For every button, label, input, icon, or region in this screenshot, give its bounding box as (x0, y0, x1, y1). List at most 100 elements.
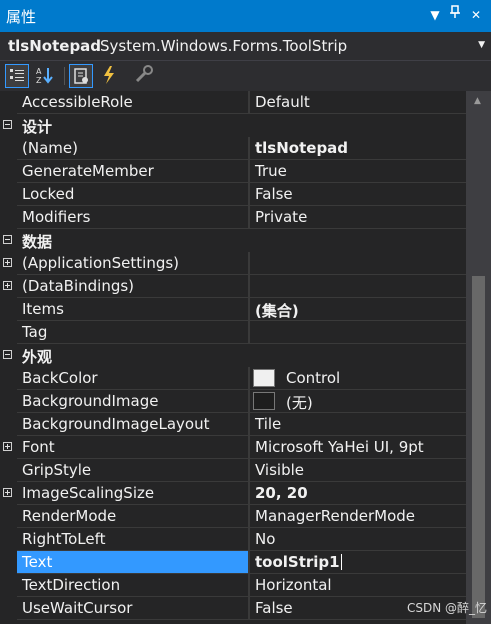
auto-hide-pin-button[interactable] (445, 5, 465, 25)
property-value-cell[interactable]: Control (250, 367, 466, 390)
row-gutter (0, 436, 17, 459)
property-name: (ApplicationSettings) (22, 254, 180, 272)
property-row[interactable]: Text toolStrip1 (0, 551, 466, 574)
property-name-cell[interactable]: BackgroundImageLayout (17, 413, 248, 436)
property-name-cell[interactable]: Font (17, 436, 248, 459)
property-row[interactable]: Locked False (0, 183, 466, 206)
property-value-cell[interactable]: (无) (250, 390, 466, 413)
property-value-cell[interactable]: (集合) (250, 298, 466, 321)
row-gutter (0, 252, 17, 275)
category-header[interactable]: 外观 (0, 344, 466, 367)
property-name-cell[interactable]: Tag (17, 321, 248, 344)
property-row[interactable]: (Name) tlsNotepad (0, 137, 466, 160)
property-name-cell[interactable]: Modifiers (17, 206, 248, 229)
property-name-cell[interactable]: RenderMode (17, 505, 248, 528)
property-name-cell[interactable]: Items (17, 298, 248, 321)
property-row[interactable]: BackColor Control (0, 367, 466, 390)
collapse-icon[interactable] (3, 235, 12, 244)
scroll-up-icon[interactable]: ▲ (474, 96, 481, 106)
properties-button[interactable] (69, 64, 93, 88)
expand-icon[interactable] (3, 442, 12, 451)
property-row[interactable]: BackgroundImage (无) (0, 390, 466, 413)
property-row[interactable]: AccessibleRole Default (0, 91, 466, 114)
wrench-icon (135, 65, 153, 83)
property-name-cell[interactable]: (Name) (17, 137, 248, 160)
properties-icon (74, 68, 88, 84)
row-gutter (0, 413, 17, 436)
property-name-cell[interactable]: AccessibleRole (17, 91, 248, 114)
property-value-cell[interactable]: toolStrip1 (250, 551, 466, 574)
category-header[interactable]: 设计 (0, 114, 466, 137)
row-gutter (0, 137, 17, 160)
expand-icon[interactable] (3, 258, 12, 267)
property-name-cell[interactable]: RightToLeft (17, 528, 248, 551)
color-swatch (253, 392, 275, 410)
property-value-cell[interactable] (250, 275, 466, 298)
property-value-cell[interactable]: False (250, 183, 466, 206)
property-value-cell[interactable]: Horizontal (250, 574, 466, 597)
property-name-cell[interactable]: Text (17, 551, 248, 574)
property-row[interactable]: Modifiers Private (0, 206, 466, 229)
property-value-cell[interactable]: Tile (250, 413, 466, 436)
vertical-scrollbar[interactable]: ▲ (466, 91, 491, 624)
events-button[interactable] (98, 64, 122, 88)
property-row[interactable]: (ApplicationSettings) (0, 252, 466, 275)
alphabetical-button[interactable]: AZ (34, 64, 58, 88)
property-name-cell[interactable]: (DataBindings) (17, 275, 248, 298)
categorized-button[interactable] (5, 64, 29, 88)
collapse-icon[interactable] (3, 120, 12, 129)
expand-icon[interactable] (3, 488, 12, 497)
property-row[interactable]: RenderMode ManagerRenderMode (0, 505, 466, 528)
property-name-cell[interactable]: Locked (17, 183, 248, 206)
property-name-cell[interactable]: UseWaitCursor (17, 597, 248, 620)
scrollbar-thumb[interactable] (472, 276, 485, 618)
row-gutter (0, 183, 17, 206)
property-row[interactable]: RightToLeft No (0, 528, 466, 551)
property-value-cell[interactable]: True (250, 160, 466, 183)
property-value-cell[interactable]: ManagerRenderMode (250, 505, 466, 528)
property-row[interactable]: GenerateMember True (0, 160, 466, 183)
property-name-cell[interactable]: BackColor (17, 367, 248, 390)
property-name: (DataBindings) (22, 277, 135, 295)
expand-icon[interactable] (3, 281, 12, 290)
property-row[interactable]: Items (集合) (0, 298, 466, 321)
property-row[interactable]: GripStyle Visible (0, 459, 466, 482)
property-value: True (255, 162, 287, 180)
property-value-cell[interactable]: tlsNotepad (250, 137, 466, 160)
collapse-icon[interactable] (3, 350, 12, 359)
category-header[interactable]: 数据 (0, 229, 466, 252)
property-value-cell[interactable]: Microsoft YaHei UI, 9pt (250, 436, 466, 459)
property-value-cell[interactable]: Default (250, 91, 466, 114)
property-name-cell[interactable]: (ApplicationSettings) (17, 252, 248, 275)
property-row[interactable]: ImageScalingSize 20, 20 (0, 482, 466, 505)
property-value-cell[interactable]: Private (250, 206, 466, 229)
object-selector[interactable]: tlsNotepad System.Windows.Forms.ToolStri… (0, 32, 491, 61)
property-row[interactable]: Tag (0, 321, 466, 344)
row-gutter (0, 390, 17, 413)
close-button[interactable]: ✕ (466, 5, 486, 25)
property-value-cell[interactable] (250, 252, 466, 275)
property-row[interactable]: UseWaitCursor False (0, 597, 466, 620)
property-value: Horizontal (255, 576, 332, 594)
property-row[interactable]: TextDirection Horizontal (0, 574, 466, 597)
property-name-cell[interactable]: TextDirection (17, 574, 248, 597)
property-value-cell[interactable]: 20, 20 (250, 482, 466, 505)
property-value-cell[interactable]: Visible (250, 459, 466, 482)
chevron-down-icon[interactable]: ▼ (478, 40, 485, 50)
property-name-cell[interactable]: GenerateMember (17, 160, 248, 183)
property-value-cell[interactable] (250, 321, 466, 344)
property-name: GripStyle (22, 461, 92, 479)
row-gutter (0, 597, 17, 620)
property-pages-button[interactable] (133, 64, 157, 88)
property-value-cell[interactable]: No (250, 528, 466, 551)
object-name: tlsNotepad (8, 37, 102, 55)
property-row[interactable]: (DataBindings) (0, 275, 466, 298)
property-value: False (255, 185, 293, 203)
property-row[interactable]: Font Microsoft YaHei UI, 9pt (0, 436, 466, 459)
color-swatch (253, 369, 275, 387)
property-name-cell[interactable]: ImageScalingSize (17, 482, 248, 505)
property-name-cell[interactable]: GripStyle (17, 459, 248, 482)
property-row[interactable]: BackgroundImageLayout Tile (0, 413, 466, 436)
window-position-button[interactable]: ▼ (425, 5, 445, 25)
property-name-cell[interactable]: BackgroundImage (17, 390, 248, 413)
